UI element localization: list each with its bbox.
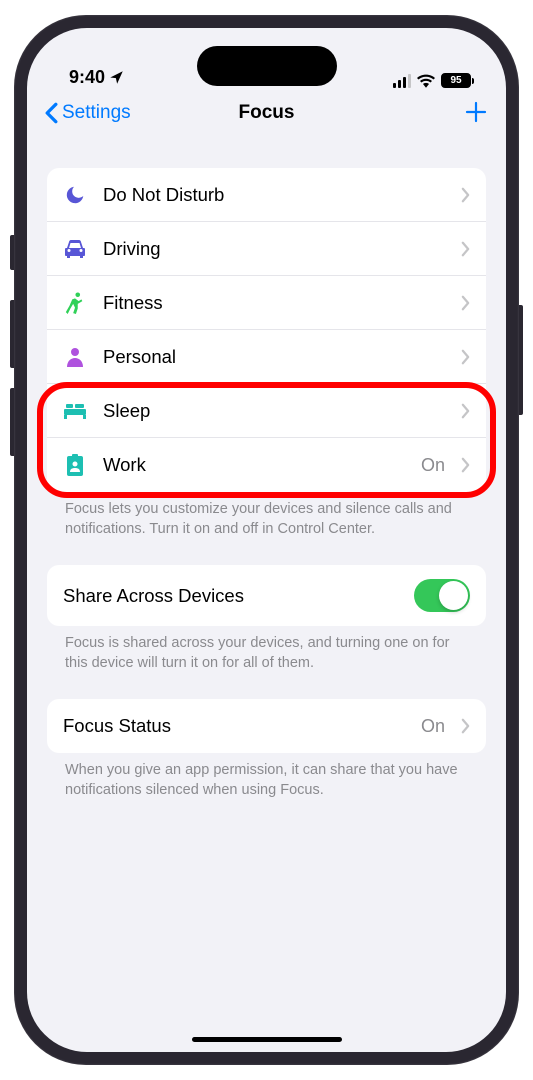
focus-status-card: Focus Status On	[47, 699, 486, 753]
battery-icon: 95	[441, 73, 474, 88]
chevron-right-icon	[461, 241, 470, 257]
badge-icon	[63, 453, 87, 477]
chevron-left-icon	[45, 102, 58, 124]
chevron-right-icon	[461, 457, 470, 473]
person-icon	[63, 345, 87, 369]
chevron-right-icon	[461, 295, 470, 311]
share-across-devices-row[interactable]: Share Across Devices	[47, 565, 486, 626]
battery-level: 95	[450, 76, 461, 86]
car-icon	[63, 237, 87, 261]
focus-modes-footer: Focus lets you customize your devices an…	[47, 492, 486, 565]
focus-mode-fitness[interactable]: Fitness	[47, 276, 486, 330]
back-button[interactable]: Settings	[45, 102, 131, 124]
chevron-right-icon	[461, 718, 470, 734]
back-label: Settings	[62, 102, 131, 124]
add-button[interactable]	[464, 97, 488, 129]
chevron-right-icon	[461, 187, 470, 203]
moon-icon	[63, 183, 87, 207]
focus-mode-sleep[interactable]: Sleep	[47, 384, 486, 438]
fitness-icon	[63, 291, 87, 315]
share-toggle[interactable]	[414, 579, 470, 612]
home-indicator[interactable]	[192, 1037, 342, 1042]
phone-side-button-right	[519, 305, 523, 415]
share-card: Share Across Devices	[47, 565, 486, 626]
focus-mode-do-not-disturb[interactable]: Do Not Disturb	[47, 168, 486, 222]
focus-mode-driving[interactable]: Driving	[47, 222, 486, 276]
wifi-icon	[417, 74, 435, 88]
focus-mode-status: On	[421, 455, 445, 476]
phone-frame: 9:40 95 Settings Focus	[14, 15, 519, 1065]
dynamic-island	[197, 46, 337, 86]
share-footer: Focus is shared across your devices, and…	[47, 626, 486, 699]
focus-mode-work[interactable]: Work On	[47, 438, 486, 492]
focus-status-row[interactable]: Focus Status On	[47, 699, 486, 753]
navigation-bar: Settings Focus	[27, 88, 506, 138]
page-title: Focus	[239, 102, 295, 124]
screen: 9:40 95 Settings Focus	[27, 28, 506, 1052]
focus-status-footer: When you give an app permission, it can …	[47, 753, 486, 826]
bed-icon	[63, 399, 87, 423]
status-time: 9:40	[69, 67, 105, 88]
focus-modes-list: Do Not Disturb Driving Fitness	[47, 168, 486, 492]
location-icon	[109, 70, 124, 85]
focus-mode-personal[interactable]: Personal	[47, 330, 486, 384]
focus-status-value: On	[421, 716, 445, 737]
phone-side-buttons-left	[10, 235, 14, 486]
cellular-signal-icon	[393, 74, 412, 88]
chevron-right-icon	[461, 403, 470, 419]
chevron-right-icon	[461, 349, 470, 365]
plus-icon	[464, 100, 488, 124]
